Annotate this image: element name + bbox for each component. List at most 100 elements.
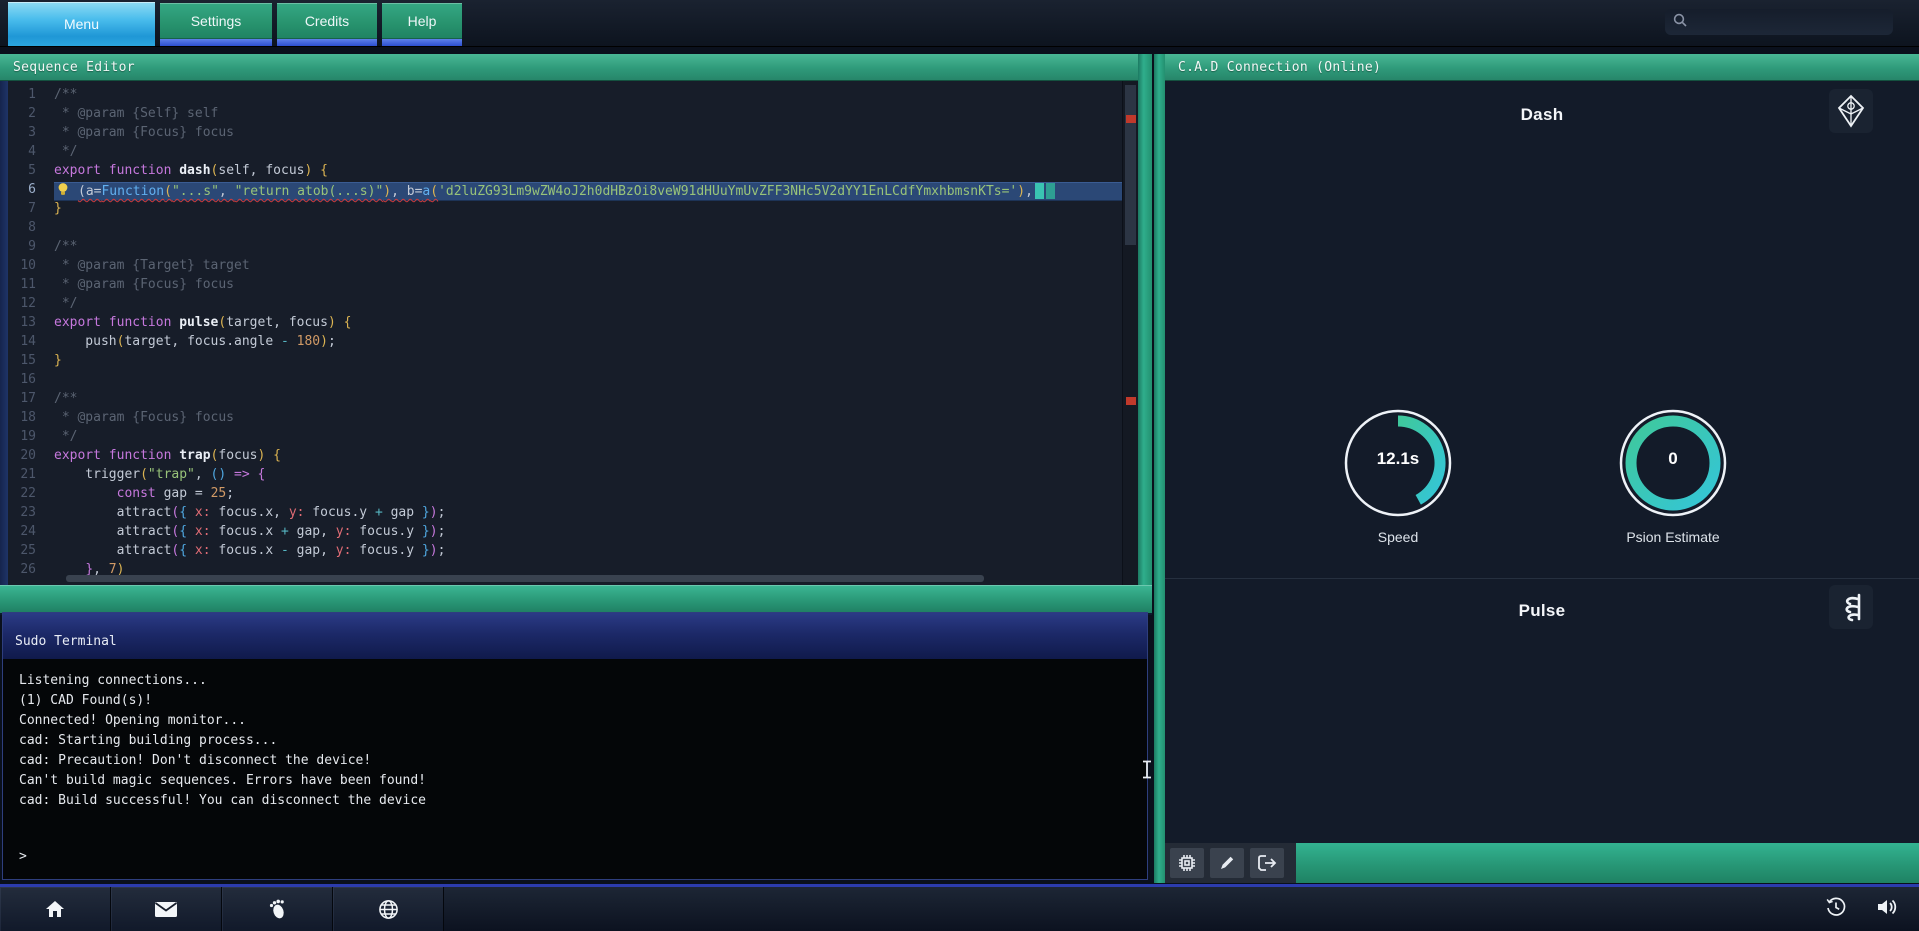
code-line[interactable]: 1/** (8, 87, 1122, 106)
cad-left-border (1154, 54, 1165, 883)
code-line[interactable]: 2 * @param {Self} self (8, 106, 1122, 125)
code-line[interactable]: 5export function dash(self, focus) { (8, 163, 1122, 182)
line-number: 13 (8, 315, 54, 334)
tab-help-underline (382, 39, 462, 46)
line-number: 15 (8, 353, 54, 372)
line-number: 8 (8, 220, 54, 239)
search-input[interactable] (1693, 15, 1885, 30)
line-number: 4 (8, 144, 54, 163)
line-number: 21 (8, 467, 54, 486)
terminal-line: Listening connections... (19, 671, 1131, 691)
search-box[interactable] (1665, 9, 1893, 35)
editor-left-strip (0, 81, 8, 585)
code-line[interactable]: 18 * @param {Focus} focus (8, 410, 1122, 429)
terminal-output[interactable]: Listening connections...(1) CAD Found(s)… (3, 659, 1147, 879)
terminal-lines: Listening connections...(1) CAD Found(s)… (19, 671, 1131, 811)
mail-icon[interactable] (111, 887, 222, 931)
sequence-editor-titlebar[interactable]: Sequence Editor (0, 54, 1152, 81)
tab-settings[interactable]: Settings (160, 3, 272, 39)
code-line[interactable]: 4 */ (8, 144, 1122, 163)
line-number: 22 (8, 486, 54, 505)
line-number: 12 (8, 296, 54, 315)
speed-label: Speed (1338, 529, 1458, 545)
cad-toolbar (1165, 843, 1919, 883)
code-line[interactable]: 20export function trap(focus) { (8, 448, 1122, 467)
line-number: 1 (8, 87, 54, 106)
code-line[interactable]: 14 push(target, focus.angle - 180); (8, 334, 1122, 353)
tab-help-label: Help (408, 13, 437, 29)
taskbar (0, 884, 1919, 931)
panel-divider-bar[interactable] (0, 585, 1152, 615)
history-icon[interactable] (1825, 896, 1847, 923)
cad-titlebar[interactable]: C.A.D Connection (Online) (1165, 54, 1919, 81)
terminal-line: Can't build magic sequences. Errors have… (19, 771, 1131, 791)
kite-icon[interactable] (1829, 89, 1873, 133)
code-lines: 1/**2 * @param {Self} self3 * @param {Fo… (8, 81, 1122, 585)
tab-menu[interactable]: Menu (8, 2, 155, 46)
home-icon[interactable] (0, 887, 111, 931)
tab-settings-label: Settings (191, 13, 242, 29)
window-sequence-editor: Sequence Editor 1/**2 * @param {Self} se… (0, 54, 1152, 585)
psion-value: 0 (1613, 449, 1733, 469)
tab-credits-label: Credits (305, 13, 349, 29)
volume-icon[interactable] (1875, 897, 1899, 922)
psion-label: Psion Estimate (1613, 529, 1733, 545)
code-line[interactable]: 6(a=Function("...s", "return atob(...s)"… (8, 182, 1122, 201)
editor-right-border (1138, 54, 1152, 585)
code-line[interactable]: 25 attract({ x: focus.x - gap, y: focus.… (8, 543, 1122, 562)
line-number: 16 (8, 372, 54, 391)
sign-out-icon[interactable] (1250, 848, 1284, 878)
line-number: 26 (8, 562, 54, 581)
window-cad-connection: C.A.D Connection (Online) Dash 12.1s Spe… (1165, 54, 1919, 883)
code-line[interactable]: 11 * @param {Focus} focus (8, 277, 1122, 296)
terminal-titlebar[interactable]: Sudo Terminal (3, 613, 1147, 659)
foot-icon[interactable] (222, 887, 333, 931)
code-line[interactable]: 23 attract({ x: focus.x, y: focus.y + ga… (8, 505, 1122, 524)
code-line[interactable]: 12 */ (8, 296, 1122, 315)
tab-help[interactable]: Help (382, 3, 462, 39)
psion-gauge: 0 Psion Estimate (1613, 403, 1733, 545)
code-line[interactable]: 21 trigger("trap", () => { (8, 467, 1122, 486)
code-line[interactable]: 3 * @param {Focus} focus (8, 125, 1122, 144)
tab-credits[interactable]: Credits (277, 3, 377, 39)
terminal-title: Sudo Terminal (15, 634, 117, 649)
code-line[interactable]: 7} (8, 201, 1122, 220)
code-line[interactable]: 16 (8, 372, 1122, 391)
code-line[interactable]: 17/** (8, 391, 1122, 410)
code-line[interactable]: 10 * @param {Target} target (8, 258, 1122, 277)
code-line[interactable]: 13export function pulse(target, focus) { (8, 315, 1122, 334)
terminal-line: Connected! Opening monitor... (19, 711, 1131, 731)
section-divider (1165, 578, 1919, 579)
editor-horizontal-scrollbar[interactable] (66, 575, 984, 582)
line-number: 11 (8, 277, 54, 296)
terminal-prompt[interactable]: > (19, 847, 1131, 867)
cad-toolbar-fill (1296, 843, 1919, 883)
code-line[interactable]: 8 (8, 220, 1122, 239)
claw-icon[interactable] (1829, 585, 1873, 629)
editor-vertical-scrollbar[interactable] (1122, 81, 1138, 585)
code-line[interactable]: 9/** (8, 239, 1122, 258)
chip-icon[interactable] (1170, 848, 1204, 878)
speed-gauge: 12.1s Speed (1338, 403, 1458, 545)
terminal-line: (1) CAD Found(s)! (19, 691, 1131, 711)
scrollbar-thumb[interactable] (1125, 85, 1136, 245)
tab-settings-underline (160, 39, 272, 46)
pulse-section-title: Pulse (1165, 601, 1919, 621)
globe-icon[interactable] (333, 887, 444, 931)
error-marker[interactable] (1126, 397, 1136, 405)
code-line[interactable]: 15} (8, 353, 1122, 372)
line-number: 14 (8, 334, 54, 353)
code-editor[interactable]: 1/**2 * @param {Self} self3 * @param {Fo… (0, 81, 1152, 585)
lightbulb-icon[interactable] (56, 182, 74, 201)
line-number: 7 (8, 201, 54, 220)
line-number: 3 (8, 125, 54, 144)
speed-value: 12.1s (1338, 449, 1458, 469)
code-line[interactable]: 24 attract({ x: focus.x + gap, y: focus.… (8, 524, 1122, 543)
error-marker[interactable] (1126, 115, 1136, 123)
pencil-icon[interactable] (1210, 848, 1244, 878)
line-number: 25 (8, 543, 54, 562)
sequence-editor-title: Sequence Editor (13, 60, 135, 75)
code-line[interactable]: 19 */ (8, 429, 1122, 448)
search-icon (1673, 13, 1687, 32)
code-line[interactable]: 22 const gap = 25; (8, 486, 1122, 505)
